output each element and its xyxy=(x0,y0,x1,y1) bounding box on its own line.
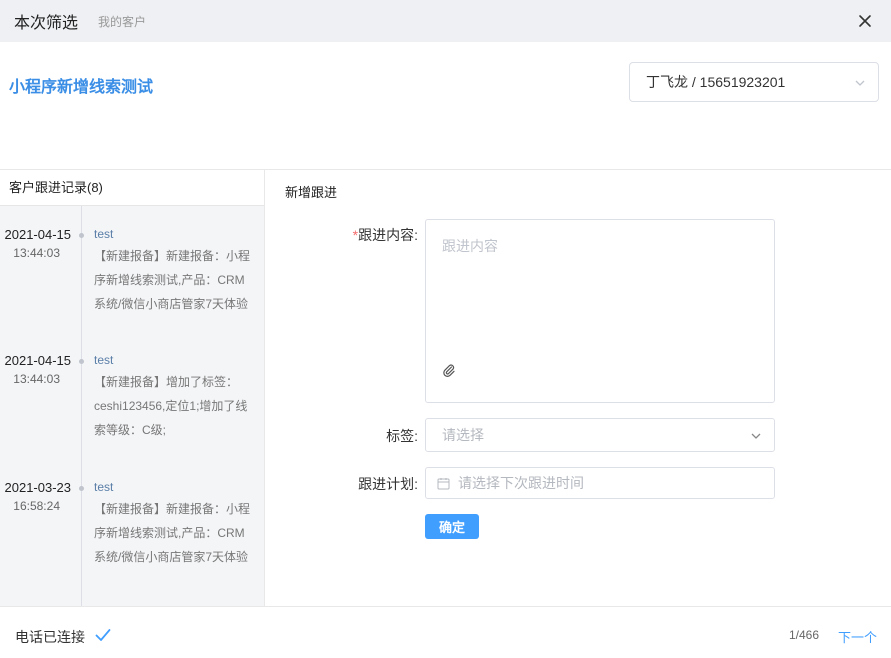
record-user: test xyxy=(94,227,114,241)
timeline-dot xyxy=(79,486,84,491)
confirm-button[interactable]: 确定 xyxy=(425,514,479,539)
content-label-text: 跟进内容: xyxy=(358,227,418,243)
record-user: test xyxy=(94,480,114,494)
attach-button[interactable] xyxy=(442,363,456,380)
record-time: 13:44:03 xyxy=(13,246,60,260)
records-title: 客户跟进记录(8) xyxy=(0,170,264,206)
record-text: 【新建报备】新建报备：小程序新增线索测试,产品：CRM系统/微信小商店管家7天体… xyxy=(94,249,251,311)
calendar-icon xyxy=(437,477,450,490)
plan-label: 跟进计划: xyxy=(358,476,418,492)
footer-divider xyxy=(0,606,891,607)
record-date: 2021-04-15 xyxy=(4,227,72,242)
plan-date-placeholder: 请选择下次跟进时间 xyxy=(458,475,584,491)
record-time: 16:58:24 xyxy=(13,499,60,513)
timeline-line xyxy=(81,206,82,606)
timeline-dot xyxy=(79,359,84,364)
record-time: 13:44:03 xyxy=(13,372,60,386)
content-label: *跟进内容: xyxy=(308,225,418,245)
dialog-title: 本次筛选 xyxy=(14,15,79,32)
contact-select[interactable]: 丁飞龙 / 15651923201 xyxy=(629,62,879,102)
form-title: 新增跟进 xyxy=(285,185,338,200)
record-date: 2021-04-15 xyxy=(4,353,72,368)
record-text: 【新建报备】新建报备：小程序新增线索测试,产品：CRM系统/微信小商店管家7天体… xyxy=(94,502,251,564)
dialog-subtitle: 我的客户 xyxy=(98,14,147,29)
close-button[interactable] xyxy=(855,11,875,31)
content-placeholder: 跟进内容 xyxy=(442,238,498,254)
timeline-dot xyxy=(79,233,84,238)
close-icon xyxy=(859,15,871,27)
next-button[interactable]: 下一个 xyxy=(838,627,877,646)
record-user: test xyxy=(94,353,114,367)
check-icon xyxy=(95,628,111,647)
follow-up-dialog: 本次筛选 我的客户 小程序新增线索测试 丁飞龙 / 15651923201 客户… xyxy=(0,0,891,658)
tag-label: 标签: xyxy=(386,428,418,444)
record-date: 2021-03-23 xyxy=(4,480,72,495)
lead-title: 小程序新增线索测试 xyxy=(9,79,154,96)
chevron-down-icon xyxy=(751,433,761,439)
content-textarea[interactable]: 跟进内容 xyxy=(425,219,775,403)
plan-date-picker[interactable]: 请选择下次跟进时间 xyxy=(425,467,775,499)
dialog-header: 本次筛选 我的客户 xyxy=(0,0,891,42)
tag-select-placeholder: 请选择 xyxy=(442,427,484,443)
page-indicator: 1/466 xyxy=(789,628,820,642)
record-text: 【新建报备】增加了标签：ceshi123456,定位1;增加了线索等级：C级; xyxy=(94,375,248,437)
tag-select[interactable]: 请选择 xyxy=(425,418,775,452)
records-timeline[interactable]: 2021-04-15 13:44:03 test 【新建报备】新建报备：小程序新… xyxy=(0,206,264,606)
paperclip-icon xyxy=(443,364,455,377)
chevron-down-icon xyxy=(855,80,865,86)
records-panel: 客户跟进记录(8) 2021-04-15 13:44:03 test 【新建报备… xyxy=(0,170,265,606)
call-status: 电话已连接 xyxy=(15,629,85,645)
contact-select-value: 丁飞龙 / 15651923201 xyxy=(646,74,786,90)
